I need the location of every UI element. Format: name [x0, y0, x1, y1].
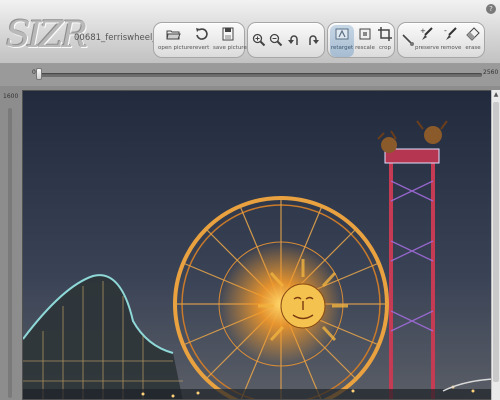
scroll-up-arrow[interactable]: ▲	[492, 90, 500, 100]
image-canvas[interactable]	[22, 90, 492, 400]
zoom-in-icon	[252, 33, 266, 47]
preserve-button[interactable]: + preserve	[415, 25, 439, 57]
brush-tools-group: + preserve - remove erase	[397, 22, 485, 58]
retarget-icon	[335, 28, 349, 40]
rescale-icon	[359, 28, 371, 40]
save-icon	[222, 27, 234, 41]
app-logo: SIZR	[6, 15, 88, 56]
open-picture-button[interactable]: open picture	[158, 25, 193, 57]
preserve-label: preserve	[415, 45, 440, 51]
redo-button[interactable]	[305, 25, 321, 57]
resize-mode-group: retarget rescale crop	[327, 22, 395, 58]
zoom-in-button[interactable]	[251, 25, 267, 57]
redo-icon	[309, 35, 319, 45]
revert-icon	[196, 28, 208, 40]
svg-text:+: +	[420, 27, 426, 35]
sizr-app-window: SIZR 00681_ferriswheel_2 open picture re…	[0, 0, 500, 400]
help-button[interactable]: ?	[486, 4, 496, 14]
view-tools-group	[247, 22, 325, 58]
revert-label: revert	[192, 45, 210, 51]
svg-text:-: -	[444, 26, 447, 35]
retarget-label: retarget	[330, 45, 354, 51]
zoom-out-icon	[269, 33, 283, 47]
remove-button[interactable]: - remove	[440, 25, 462, 57]
undo-icon	[288, 35, 298, 45]
ferris-wheel-photo	[23, 91, 491, 399]
width-max-label: 2560	[483, 69, 499, 76]
zoom-out-button[interactable]	[268, 25, 284, 57]
open-picture-label: open picture	[158, 45, 193, 51]
top-toolbar: SIZR 00681_ferriswheel_2 open picture re…	[0, 0, 500, 64]
retarget-button[interactable]: retarget	[330, 25, 354, 57]
revert-button[interactable]: revert	[190, 25, 212, 57]
width-slider-track[interactable]	[38, 73, 482, 77]
erase-label: erase	[465, 45, 481, 51]
file-name-label: 00681_ferriswheel_2	[74, 33, 154, 43]
height-max-label: 1600	[3, 93, 19, 100]
marker-tool-icon	[402, 34, 414, 46]
open-folder-icon	[166, 30, 181, 40]
scroll-thumb[interactable]	[493, 102, 499, 382]
remove-brush-icon: -	[444, 26, 457, 40]
crop-label: crop	[378, 45, 392, 51]
width-slider-bar: 0 2560	[0, 64, 500, 86]
save-picture-button[interactable]: save picture	[213, 25, 247, 57]
remove-label: remove	[440, 45, 462, 51]
save-picture-label: save picture	[213, 45, 247, 51]
preserve-brush-icon: +	[420, 27, 433, 40]
vertical-scrollbar[interactable]: ▲	[491, 90, 500, 400]
height-slider-track[interactable]	[8, 108, 12, 398]
width-slider-handle[interactable]	[36, 68, 42, 80]
erase-button[interactable]: erase	[463, 25, 483, 57]
marker-tool-button[interactable]	[400, 25, 414, 57]
eraser-icon	[466, 27, 480, 41]
crop-icon	[378, 27, 392, 41]
rescale-label: rescale	[355, 45, 375, 51]
height-ruler: 1600	[0, 86, 20, 400]
file-tools-group: open picture revert save picture	[153, 22, 247, 58]
crop-button[interactable]: crop	[376, 25, 394, 57]
undo-button[interactable]	[286, 25, 302, 57]
rescale-button[interactable]: rescale	[355, 25, 375, 57]
